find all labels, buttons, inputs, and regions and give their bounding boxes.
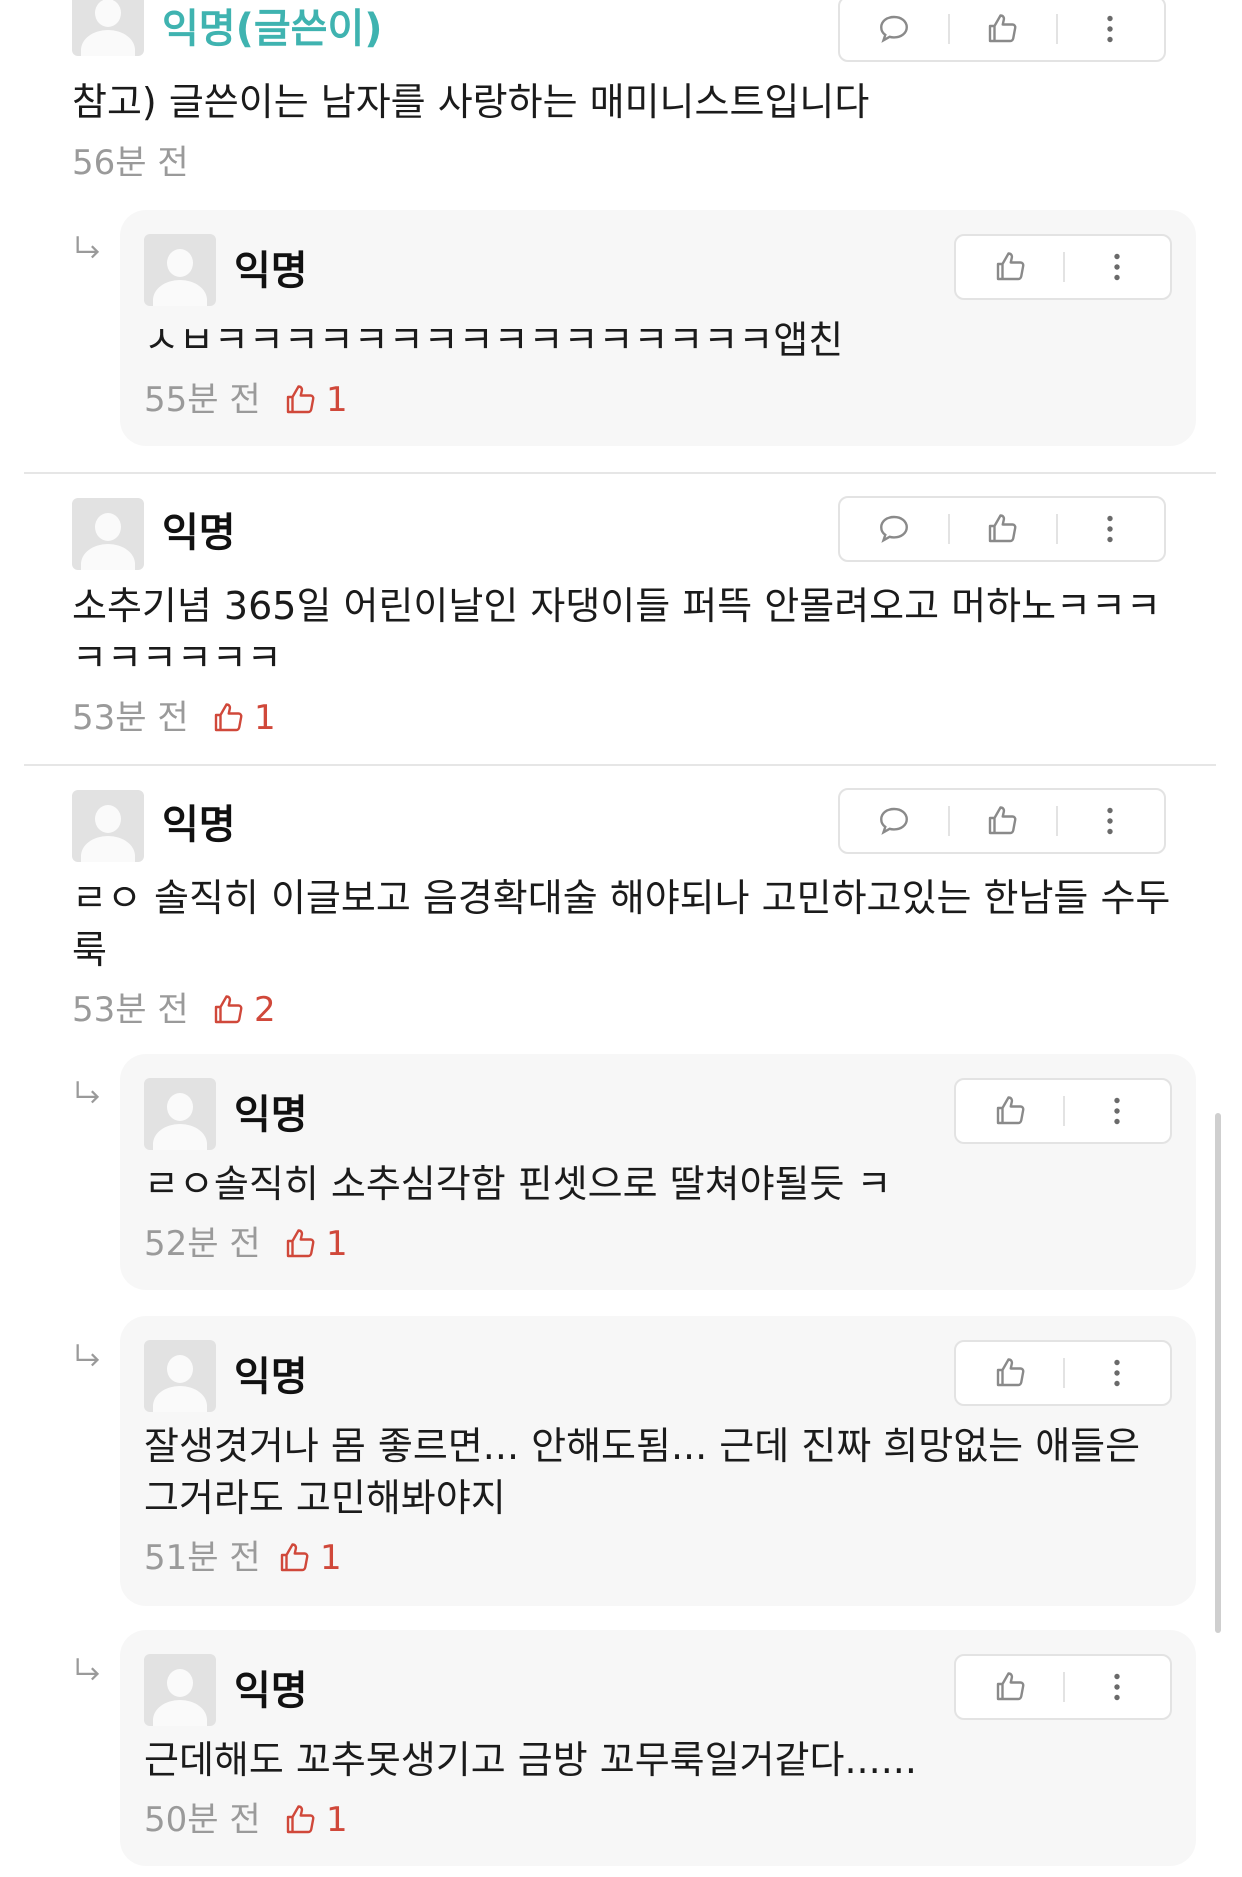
comment-list-page: 익명(글쓴이) 참고) 글쓴이는 남자를 사랑하는 매미니스트입니다 56분 전… <box>0 0 1242 1877</box>
comment-text: 잘생겻거나 몸 좋르면... 안해도됨... 근데 진짜 희망없는 애들은 그거… <box>144 1424 1141 1520</box>
thumbs-up-icon <box>988 514 1017 543</box>
thumbs-up-icon <box>996 1672 1024 1701</box>
thumbs-up-icon <box>286 1805 315 1834</box>
divider <box>24 764 1216 766</box>
more-options-button[interactable] <box>1056 0 1164 60</box>
author-name: 익명 <box>234 248 308 294</box>
more-vertical-icon <box>1107 515 1113 543</box>
thumbs-up-icon <box>988 806 1017 835</box>
thumbs-up-icon <box>286 385 315 414</box>
like-count: 1 <box>210 696 276 740</box>
reply-container: 익명 ㄹㅇ솔직히 소추심각함 핀셋으로 딸쳐야될듯 ㅋ 52분 전 1 <box>120 1054 1196 1290</box>
reply-toolbar <box>954 234 1172 300</box>
speech-bubble-icon <box>880 807 908 835</box>
reply-toolbar <box>954 1340 1172 1406</box>
avatar <box>72 790 144 862</box>
like-count: 1 <box>276 1536 342 1580</box>
comment-time: 55분 전 <box>144 380 261 420</box>
more-options-button[interactable] <box>1063 1342 1170 1404</box>
author-name: 익명 <box>234 1668 308 1714</box>
reply-container: 익명 ㅅㅂㅋㅋㅋㅋㅋㅋㅋㅋㅋㅋㅋㅋㅋㅋㅋㅋ앱친 55분 전 1 <box>120 210 1196 446</box>
reply-container: 익명 잘생겻거나 몸 좋르면... 안해도됨... 근데 진짜 희망없는 애들은… <box>120 1316 1196 1606</box>
thumbs-up-icon <box>996 252 1024 281</box>
more-options-button[interactable] <box>1056 498 1164 560</box>
like-button[interactable] <box>948 0 1056 60</box>
avatar <box>72 498 144 570</box>
like-count-value: 2 <box>254 990 276 1030</box>
like-count-value: 1 <box>254 698 276 738</box>
avatar <box>144 234 216 306</box>
comment-time: 56분 전 <box>72 143 189 183</box>
avatar <box>144 1654 216 1726</box>
more-vertical-icon <box>1107 807 1113 835</box>
thumbs-up-icon <box>214 703 243 732</box>
comment-time: 52분 전 <box>144 1224 261 1264</box>
like-count: 1 <box>282 378 348 422</box>
thumbs-up-icon <box>996 1358 1024 1387</box>
more-options-button[interactable] <box>1063 1080 1170 1142</box>
comment-text: 소추기념 365일 어린이날인 자댕이들 퍼뜩 안몰려오고 머하노ㅋㅋㅋㅋㅋㅋㅋ… <box>72 584 1161 680</box>
comment-time: 51분 전 <box>144 1538 261 1578</box>
like-button[interactable] <box>948 790 1056 852</box>
thumbs-up-icon <box>996 1096 1024 1125</box>
thumbs-up-icon <box>988 14 1017 43</box>
comment-toolbar <box>838 496 1166 562</box>
comment-button[interactable] <box>840 498 948 560</box>
more-options-button[interactable] <box>1056 790 1164 852</box>
author-name: 익명 <box>234 1092 308 1138</box>
comment-text: 근데해도 꼬추못생기고 금방 꼬무룩일거같다...... <box>144 1738 917 1782</box>
author-name: 익명(글쓴이) <box>162 6 383 52</box>
comment-time: 53분 전 <box>72 990 189 1030</box>
like-count-value: 1 <box>320 1538 342 1578</box>
comment-button[interactable] <box>840 0 948 60</box>
comment-text: 참고) 글쓴이는 남자를 사랑하는 매미니스트입니다 <box>72 80 870 124</box>
reply-arrow-icon <box>76 1658 100 1681</box>
more-vertical-icon <box>1113 1097 1120 1125</box>
comment-button[interactable] <box>840 790 948 852</box>
divider <box>24 472 1216 474</box>
reply-toolbar <box>954 1654 1172 1720</box>
speech-bubble-icon <box>880 15 908 43</box>
author-name: 익명 <box>162 510 236 556</box>
like-count-value: 1 <box>326 1224 348 1264</box>
scrollbar[interactable] <box>1215 1113 1221 1633</box>
author-name: 익명 <box>234 1354 308 1400</box>
like-button[interactable] <box>956 236 1063 298</box>
comment-text: ㄹㅇ 솔직히 이글보고 음경확대술 해야되나 고민하고있는 한남들 수두룩 <box>72 876 1171 972</box>
comment-text: ㄹㅇ솔직히 소추심각함 핀셋으로 딸쳐야될듯 ㅋ <box>144 1162 892 1206</box>
like-button[interactable] <box>948 498 1056 560</box>
avatar <box>144 1078 216 1150</box>
like-count: 2 <box>210 988 276 1032</box>
author-name: 익명 <box>162 802 236 848</box>
more-vertical-icon <box>1107 15 1113 43</box>
thumbs-up-icon <box>286 1229 315 1258</box>
comment-time: 50분 전 <box>144 1800 261 1840</box>
comment-time: 53분 전 <box>72 698 189 738</box>
more-vertical-icon <box>1113 253 1120 281</box>
like-button[interactable] <box>956 1080 1063 1142</box>
reply-toolbar <box>954 1078 1172 1144</box>
reply-arrow-icon <box>76 1081 100 1104</box>
like-count: 1 <box>282 1222 348 1266</box>
more-options-button[interactable] <box>1063 1656 1170 1718</box>
comment-text: ㅅㅂㅋㅋㅋㅋㅋㅋㅋㅋㅋㅋㅋㅋㅋㅋㅋㅋ앱친 <box>144 318 844 362</box>
like-count: 1 <box>282 1798 348 1842</box>
like-button[interactable] <box>956 1342 1063 1404</box>
reply-arrow-icon <box>76 236 100 259</box>
thumbs-up-icon <box>280 1543 309 1572</box>
like-button[interactable] <box>956 1656 1063 1718</box>
like-count-value: 1 <box>326 380 348 420</box>
avatar <box>72 0 144 56</box>
speech-bubble-icon <box>880 515 908 543</box>
reply-container: 익명 근데해도 꼬추못생기고 금방 꼬무룩일거같다...... 50분 전 1 <box>120 1630 1196 1866</box>
avatar <box>144 1340 216 1412</box>
comment-toolbar <box>838 788 1166 854</box>
reply-arrow-icon <box>76 1344 100 1367</box>
more-vertical-icon <box>1113 1359 1120 1387</box>
more-vertical-icon <box>1113 1673 1120 1701</box>
comment-toolbar <box>838 0 1166 62</box>
like-count-value: 1 <box>326 1800 348 1840</box>
thumbs-up-icon <box>214 995 243 1024</box>
more-options-button[interactable] <box>1063 236 1170 298</box>
